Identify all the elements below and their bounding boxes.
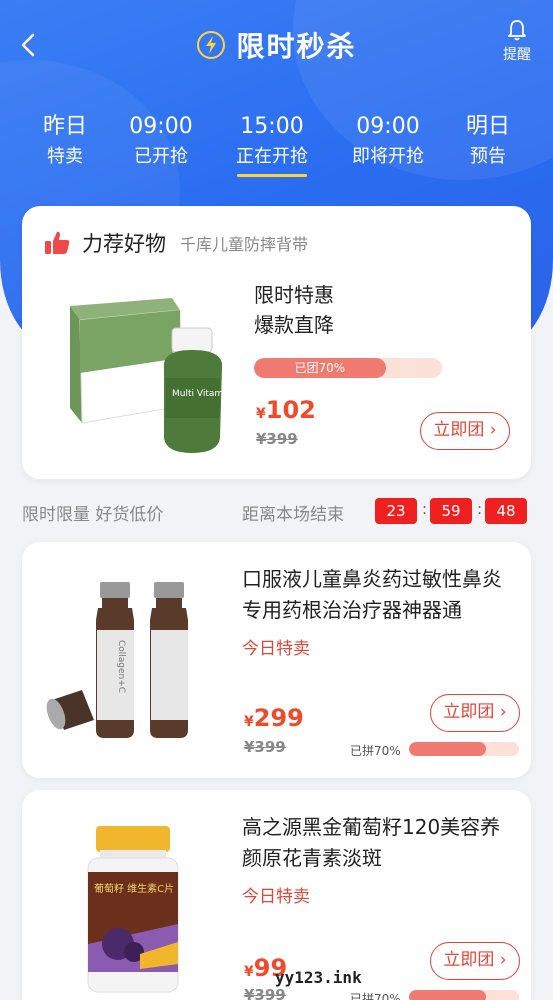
tab-0900-started[interactable]: 09:00 已开抢 — [116, 112, 206, 172]
group-progress-bar: 已团70% — [254, 358, 442, 378]
tab-active-underline — [237, 174, 307, 177]
product-image-label: 葡萄籽 维生素C片 — [94, 882, 174, 895]
featured-header: 力荐好物 千库儿童防摔背带 — [42, 228, 308, 258]
product-image-label: Multi Vitamins — [172, 389, 236, 399]
tab-time: 明日 — [465, 114, 510, 139]
countdown-separator: : — [422, 500, 428, 518]
tab-status: 特卖 — [47, 146, 83, 167]
chevron-right-icon: › — [499, 702, 507, 722]
tab-status: 即将开抢 — [352, 146, 424, 167]
tab-status: 预告 — [470, 146, 506, 167]
session-tabs: 昨日 特卖 09:00 已开抢 15:00 正在开抢 09:00 即将开抢 明日… — [0, 112, 553, 182]
countdown-label: 距离本场结束 — [242, 505, 344, 525]
watermark: yy123.ink — [275, 968, 362, 987]
product-card[interactable]: Collagen+C 口服液儿童鼻炎药过敏性鼻炎专用药根治治疗器神器通 今日特卖… — [22, 542, 531, 778]
vitamin-product-image: Multi Vitamins — [70, 298, 236, 453]
countdown-minutes: 59 — [430, 498, 472, 524]
currency-symbol: ¥ — [244, 714, 254, 730]
sold-progress-fill — [409, 742, 486, 756]
product-old-price: ¥399 — [244, 986, 286, 1000]
countdown-separator: : — [477, 500, 483, 518]
chevron-right-icon: › — [499, 950, 507, 970]
featured-join-button[interactable]: 立即团 › — [420, 412, 510, 450]
product-tag: 今日特卖 — [242, 887, 310, 907]
group-progress-fill: 已团70% — [254, 358, 386, 378]
sold-label: 已拼70% — [350, 744, 401, 758]
sold-progress-bar — [409, 990, 519, 1000]
join-button-label: 立即团 — [433, 420, 485, 440]
product-price: ¥299 — [244, 704, 304, 732]
tab-time: 09:00 — [129, 114, 193, 139]
tab-time: 昨日 — [42, 114, 87, 139]
join-button-label: 立即团 — [443, 702, 495, 722]
tab-0900-upcoming[interactable]: 09:00 即将开抢 — [343, 112, 433, 172]
page-title: 限时秒杀 — [236, 30, 357, 63]
join-button-label: 立即团 — [443, 950, 495, 970]
chevron-right-icon: › — [489, 420, 497, 440]
featured-card[interactable]: 力荐好物 千库儿童防摔背带 Multi Vitamins 限时特惠 爆款直降 已… — [22, 206, 531, 479]
currency-symbol: ¥ — [244, 964, 254, 980]
top-bar: 限时秒杀 提醒 — [0, 0, 553, 90]
price-value: 102 — [265, 396, 316, 424]
currency-symbol: ¥ — [256, 406, 266, 422]
sold-label: 已拼70% — [350, 992, 401, 1000]
product-name: 高之源黑金葡萄籽120美容养颜原花青素淡斑 — [242, 815, 501, 870]
thumbs-up-icon — [45, 231, 70, 254]
featured-old-price: ¥399 — [256, 430, 298, 448]
bell-icon — [508, 20, 526, 41]
countdown-row: 限时限量 好货低价 距离本场结束 23 : 59 : 48 — [22, 498, 531, 526]
promo-slogan: 限时限量 好货低价 — [22, 505, 164, 525]
countdown-seconds: 48 — [485, 498, 527, 524]
tab-time: 09:00 — [356, 114, 420, 139]
join-button[interactable]: 立即团 › — [430, 942, 520, 980]
tab-tomorrow[interactable]: 明日 预告 — [443, 112, 533, 172]
sold-progress-bar — [409, 742, 519, 756]
tab-status: 正在开抢 — [236, 146, 308, 167]
featured-title: 力荐好物 — [82, 232, 166, 256]
tab-status: 已开抢 — [134, 146, 188, 167]
product-tag: 今日特卖 — [242, 639, 310, 659]
promo-line-1: 限时特惠 — [254, 283, 334, 307]
featured-promo: 限时特惠 爆款直降 — [254, 280, 334, 340]
promo-line-2: 爆款直降 — [254, 313, 334, 337]
join-button[interactable]: 立即团 › — [430, 694, 520, 732]
price-value: 299 — [253, 704, 304, 732]
tab-time: 15:00 — [240, 114, 304, 139]
product-name: 口服液儿童鼻炎药过敏性鼻炎专用药根治治疗器神器通 — [242, 567, 502, 622]
remind-button[interactable]: 提醒 — [499, 18, 535, 64]
tab-1500-live[interactable]: 15:00 正在开抢 — [227, 112, 317, 177]
remind-label: 提醒 — [503, 47, 531, 63]
product-image-label: Collagen+C — [116, 640, 126, 693]
countdown-hours: 23 — [375, 498, 417, 524]
featured-price: ¥102 — [256, 396, 316, 424]
featured-subtitle: 千库儿童防摔背带 — [180, 235, 309, 254]
product-old-price: ¥399 — [244, 738, 286, 756]
collagen-product-image: Collagen+C — [46, 582, 188, 738]
page-title-group: 限时秒杀 — [0, 25, 553, 65]
lightning-icon — [197, 31, 226, 59]
sold-progress-fill — [409, 990, 486, 1000]
grape-seed-product-image: 葡萄籽 维生素C片 — [87, 826, 179, 993]
tab-yesterday[interactable]: 昨日 特卖 — [20, 112, 110, 172]
